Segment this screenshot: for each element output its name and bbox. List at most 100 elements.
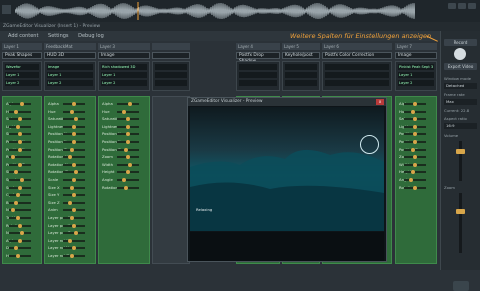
parameter-slider[interactable] <box>63 102 85 106</box>
effect-select[interactable]: HUD 3D <box>44 52 96 59</box>
close-icon[interactable]: x <box>376 99 384 105</box>
effect-select[interactable]: Postfx Color Correction <box>322 52 392 59</box>
parameter-slider[interactable] <box>9 193 31 198</box>
slider-knob[interactable] <box>15 254 20 258</box>
slider-knob[interactable] <box>126 170 130 175</box>
slider-knob[interactable] <box>69 109 74 114</box>
column-header[interactable]: Layer 1 <box>2 43 42 50</box>
parameter-slider[interactable] <box>404 132 426 137</box>
parameter-slider[interactable] <box>404 147 426 152</box>
slider-knob[interactable] <box>121 109 126 114</box>
waveform-bar[interactable] <box>0 0 480 23</box>
slider-knob[interactable] <box>18 223 22 228</box>
source-item[interactable]: Layer 1 <box>101 72 147 78</box>
source-item[interactable] <box>325 72 389 78</box>
source-item[interactable]: Layer 2 <box>5 80 39 86</box>
parameter-slider[interactable] <box>9 109 31 114</box>
column-header[interactable]: Layer 7 <box>395 43 437 50</box>
slider-knob[interactable] <box>18 147 22 152</box>
slider-knob[interactable] <box>67 155 72 160</box>
parameter-slider[interactable] <box>9 223 31 228</box>
slider-knob[interactable] <box>123 147 128 152</box>
slider-knob[interactable] <box>67 238 72 243</box>
parameter-slider[interactable] <box>63 162 85 167</box>
source-item[interactable] <box>239 80 277 86</box>
parameter-slider[interactable] <box>117 117 139 122</box>
slider-knob[interactable] <box>20 102 25 106</box>
parameter-slider[interactable] <box>63 185 85 190</box>
parameter-slider[interactable] <box>9 246 31 251</box>
slider-knob[interactable] <box>410 170 415 175</box>
slider-knob[interactable] <box>18 238 22 243</box>
parameter-slider[interactable] <box>63 193 85 198</box>
parameter-slider[interactable] <box>63 231 85 236</box>
parameter-slider[interactable] <box>63 254 85 258</box>
source-list[interactable]: Rich shadowed 3D Layer 1 Layer 2 <box>98 61 150 91</box>
parameter-slider[interactable] <box>117 155 139 160</box>
slider-knob[interactable] <box>126 132 130 137</box>
parameter-slider[interactable] <box>117 162 139 167</box>
parameter-slider[interactable] <box>9 162 31 167</box>
source-item[interactable]: Layer 2 <box>398 80 434 86</box>
source-item[interactable]: Layer 1 <box>5 72 39 78</box>
parameter-slider[interactable] <box>63 208 85 213</box>
source-item[interactable]: Layer 2 <box>101 80 147 86</box>
parameter-slider[interactable] <box>404 178 426 182</box>
parameter-slider[interactable] <box>404 140 426 144</box>
menu-debug-log[interactable]: Debug log <box>78 33 104 39</box>
slider-knob[interactable] <box>72 223 76 228</box>
slider-knob[interactable] <box>20 231 25 236</box>
effect-select[interactable]: Keyhole/post <box>282 52 320 59</box>
effect-select[interactable]: Postfx Drop Shadow <box>236 52 280 64</box>
slider-knob[interactable] <box>69 185 74 190</box>
parameter-slider[interactable] <box>63 147 85 152</box>
slider-knob[interactable] <box>67 200 72 205</box>
zoom-knob[interactable] <box>456 209 465 214</box>
parameter-slider[interactable] <box>63 178 85 182</box>
frame-rate-select[interactable]: Max <box>444 99 477 105</box>
slider-knob[interactable] <box>72 246 76 251</box>
parameter-slider[interactable] <box>9 117 31 122</box>
parameter-slider[interactable] <box>9 238 31 243</box>
gear-icon[interactable] <box>454 48 466 60</box>
parameter-slider[interactable] <box>9 170 31 175</box>
slider-knob[interactable] <box>72 102 76 106</box>
slider-knob[interactable] <box>410 109 415 114</box>
close-icon[interactable] <box>468 3 476 9</box>
menu-settings[interactable]: Settings <box>48 33 69 39</box>
source-list[interactable]: Pinkist Peak Sept 3 Layer 1 Layer 2 <box>395 61 437 91</box>
source-item[interactable] <box>239 72 277 78</box>
slider-knob[interactable] <box>72 124 76 129</box>
slider-knob[interactable] <box>18 140 22 144</box>
slider-knob[interactable] <box>69 216 74 220</box>
source-item[interactable]: Image <box>47 64 93 70</box>
parameter-slider[interactable] <box>9 200 31 205</box>
parameter-slider[interactable] <box>9 208 31 213</box>
parameter-slider[interactable] <box>9 185 31 190</box>
source-item[interactable]: Rich shadowed 3D <box>101 64 147 70</box>
slider-knob[interactable] <box>128 162 133 167</box>
source-item[interactable] <box>239 64 277 70</box>
parameter-slider[interactable] <box>63 223 85 228</box>
slider-knob[interactable] <box>15 193 20 198</box>
parameter-slider[interactable] <box>9 178 31 182</box>
source-list[interactable] <box>282 61 320 91</box>
parameter-slider[interactable] <box>63 216 85 220</box>
parameter-slider[interactable] <box>117 109 139 114</box>
parameter-slider[interactable] <box>117 178 139 182</box>
parameter-slider[interactable] <box>117 170 139 175</box>
zoom-slider[interactable] <box>459 193 462 253</box>
preview-window[interactable]: ZGameEditor Visualizer - Preview x Relax… <box>187 97 387 262</box>
source-list[interactable] <box>152 61 190 91</box>
slider-knob[interactable] <box>69 254 74 258</box>
source-item[interactable] <box>285 80 317 86</box>
source-list[interactable] <box>322 61 392 91</box>
source-item[interactable] <box>285 72 317 78</box>
parameter-slider[interactable] <box>9 102 31 106</box>
minimize-icon[interactable] <box>448 3 456 9</box>
effect-select[interactable]: Peak Shapes <box>2 52 42 59</box>
parameter-slider[interactable] <box>63 238 85 243</box>
source-item[interactable] <box>155 64 187 70</box>
slider-knob[interactable] <box>413 162 417 167</box>
slider-knob[interactable] <box>126 117 130 122</box>
